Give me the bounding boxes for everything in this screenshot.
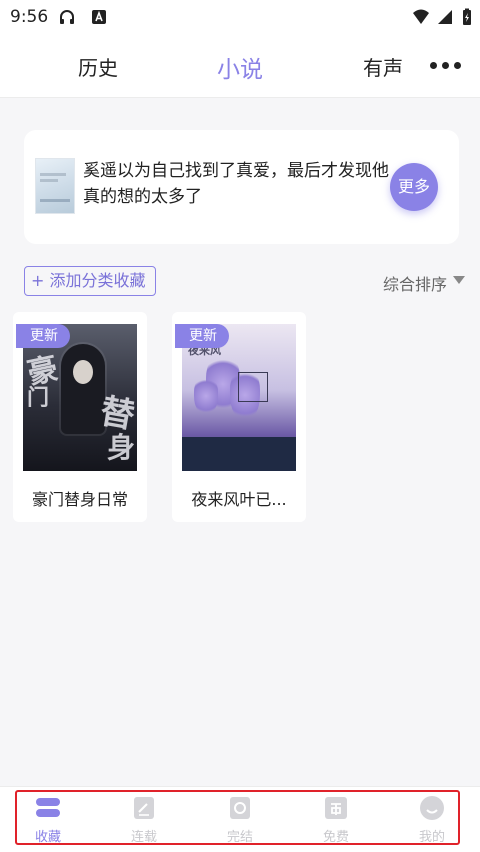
tab-audiobook[interactable]: 有声 [363,52,403,81]
top-nav: 历史 小说 有声 [0,34,480,98]
recommendation-banner[interactable]: 奚遥以为自己找到了真爱，最后才发现他真的想的太多了 更多 [24,130,459,244]
battery-icon [463,8,471,25]
book-card[interactable]: 豪 门 替 身 更新 豪门替身日常 [13,312,147,522]
highlight-box [15,790,460,845]
status-bar: 9:56 [0,0,480,34]
book-card[interactable]: 夜来风 更新 夜来风叶已... [172,312,306,522]
notification-a-icon [92,10,106,24]
banner-text: 奚遥以为自己找到了真爱，最后才发现他真的想的太多了 [83,161,389,207]
banner-book-cover [35,158,75,214]
add-category-button[interactable]: + 添加分类收藏 [24,266,156,296]
headphones-icon [60,10,74,24]
status-time: 9:56 [10,7,49,27]
more-dots-icon[interactable] [430,62,462,70]
tab-novel[interactable]: 小说 [217,50,263,84]
tab-history[interactable]: 历史 [78,52,118,81]
sort-dropdown[interactable]: 综合排序 [383,271,447,295]
update-badge: 更新 [175,324,229,348]
book-title: 夜来风叶已... [191,490,287,509]
bottom-nav: 收藏 连载 完结 免费 我的 [0,786,480,852]
signal-icon [438,10,452,24]
more-button[interactable]: 更多 [390,163,438,211]
update-badge: 更新 [16,324,70,348]
book-title: 豪门替身日常 [31,490,128,509]
sort-arrow-icon[interactable] [453,276,465,284]
wifi-icon [413,9,429,24]
